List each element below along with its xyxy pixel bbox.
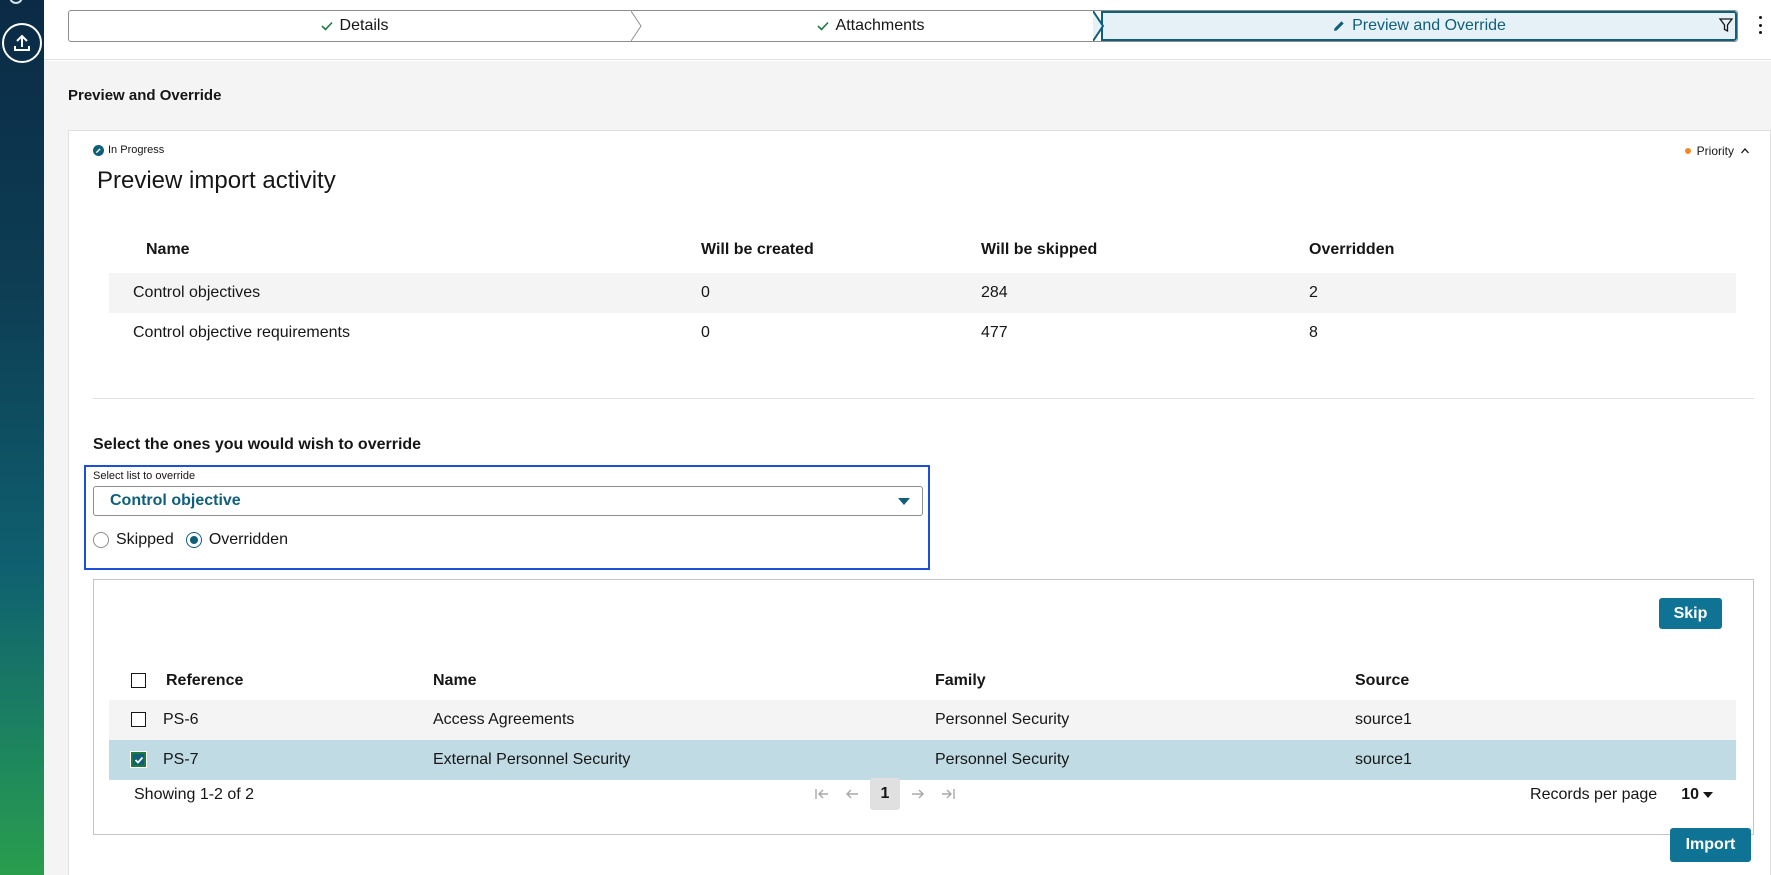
summary-cell: 477 — [981, 324, 1008, 341]
family-cell: Personnel Security — [935, 751, 1070, 768]
radio-overridden[interactable]: Overridden — [185, 531, 288, 549]
source-cell: source1 — [1355, 711, 1412, 728]
filter-icon[interactable] — [1717, 16, 1735, 34]
row-checkbox-checked[interactable] — [130, 751, 147, 769]
page-number-button[interactable]: 1 — [870, 778, 900, 810]
radio-circle-selected[interactable] — [185, 532, 202, 548]
logo-icon — [9, 0, 23, 4]
source-cell: source1 — [1355, 751, 1412, 768]
family-cell: Personnel Security — [935, 711, 1070, 728]
priority-dot-icon — [1684, 148, 1691, 154]
caret-down-icon — [898, 498, 910, 505]
override-list-dropdown[interactable]: Control objective — [93, 486, 923, 516]
column-header: Source — [1355, 672, 1410, 689]
pagination: Showing 1-2 of 2 1 Records per page 10 — [94, 778, 1753, 814]
main-content: Preview and Override In Progress Priorit… — [44, 61, 1771, 875]
records-per-page-select[interactable]: 10 — [1681, 786, 1713, 804]
page-title: Preview and Override — [68, 87, 222, 104]
summary-cell: 8 — [1309, 324, 1318, 341]
summary-cell: Control objective requirements — [133, 324, 350, 341]
upload-icon[interactable] — [2, 23, 42, 63]
records-table: Reference Name Family Source PS-6 Access… — [109, 662, 1736, 780]
column-header: Reference — [166, 672, 244, 689]
top-bar: Details Attachments Preview and Override — [44, 0, 1771, 60]
skip-button[interactable]: Skip — [1659, 598, 1722, 629]
last-page-icon[interactable] — [936, 778, 960, 810]
first-page-icon[interactable] — [810, 778, 834, 810]
summary-header-row: Name Will be created Will be skipped Ove… — [109, 227, 1736, 273]
summary-row: Control objectives 0 284 2 — [109, 273, 1736, 313]
row-checkbox[interactable] — [131, 712, 146, 728]
card-title: Preview import activity — [97, 167, 336, 194]
column-header: Will be skipped — [981, 241, 1098, 258]
radio-skipped[interactable]: Skipped — [93, 531, 174, 549]
reference-cell: PS-6 — [163, 711, 199, 728]
import-button[interactable]: Import — [1670, 828, 1751, 862]
status-text: In Progress — [108, 144, 165, 156]
check-icon — [320, 19, 334, 33]
radio-group: Skipped Overridden — [93, 531, 288, 549]
summary-cell: 0 — [701, 324, 710, 341]
step-preview-and-override[interactable]: Preview and Override — [1101, 11, 1737, 41]
table-row[interactable]: PS-6 Access Agreements Personnel Securit… — [109, 700, 1736, 740]
column-header: Family — [935, 672, 986, 689]
summary-table: Name Will be created Will be skipped Ove… — [109, 227, 1736, 353]
override-heading: Select the ones you would wish to overri… — [93, 436, 422, 453]
summary-cell: 0 — [701, 284, 710, 301]
overflow-menu-icon[interactable] — [1757, 16, 1763, 34]
dropdown-label: Select list to override — [93, 470, 196, 482]
records-per-page-label: Records per page — [1530, 786, 1658, 803]
caret-down-icon — [1703, 792, 1713, 798]
summary-row: Control objective requirements 0 477 8 — [109, 313, 1736, 353]
step-attachments[interactable]: Attachments — [639, 11, 1105, 41]
status-badge: In Progress — [93, 144, 164, 156]
radio-label: Skipped — [116, 531, 174, 548]
dropdown-value: Control objective — [110, 492, 241, 509]
summary-cell: 284 — [981, 284, 1008, 301]
showing-count: Showing 1-2 of 2 — [134, 786, 255, 803]
column-header: Name — [433, 672, 477, 689]
step-separator — [1093, 11, 1105, 41]
divider — [93, 398, 1754, 399]
import-card: In Progress Priority Preview import acti… — [68, 130, 1771, 875]
next-page-icon[interactable] — [906, 778, 930, 810]
summary-cell: Control objectives — [133, 284, 261, 301]
radio-circle[interactable] — [93, 532, 109, 548]
page-nav: 1 — [810, 778, 960, 810]
override-selector-group: Select list to override Control objectiv… — [84, 465, 930, 570]
check-icon — [816, 19, 830, 33]
column-header: Overridden — [1309, 241, 1395, 258]
chevron-up-icon — [1741, 148, 1749, 154]
step-details[interactable]: Details — [69, 11, 642, 41]
records-table-container: Skip Reference Name Family Source PS-6 A… — [93, 579, 1754, 835]
step-label: Attachments — [835, 17, 925, 34]
side-rail — [0, 0, 44, 875]
in-progress-icon — [93, 144, 104, 156]
column-header: Will be created — [701, 241, 814, 258]
priority-label: Priority — [1696, 144, 1734, 158]
reference-cell: PS-7 — [163, 751, 199, 768]
select-all-checkbox[interactable] — [131, 673, 146, 689]
step-separator — [631, 11, 642, 41]
table-row[interactable]: PS-7 External Personnel Security Personn… — [109, 740, 1736, 780]
stepper: Details Attachments Preview and Override — [68, 10, 1738, 42]
radio-label: Overridden — [208, 531, 288, 548]
pencil-icon — [1332, 19, 1346, 33]
step-label: Details — [339, 17, 389, 34]
records-per-page-value: 10 — [1681, 786, 1699, 803]
column-header: Name — [146, 241, 190, 258]
name-cell: External Personnel Security — [433, 751, 631, 768]
records-header-row: Reference Name Family Source — [109, 662, 1736, 700]
records-per-page: Records per page 10 — [1530, 786, 1713, 804]
priority-toggle[interactable]: Priority — [1684, 144, 1750, 158]
name-cell: Access Agreements — [433, 711, 575, 728]
previous-page-icon[interactable] — [840, 778, 864, 810]
summary-cell: 2 — [1309, 284, 1318, 301]
step-label: Preview and Override — [1352, 17, 1506, 34]
checkmark-icon — [134, 756, 143, 764]
